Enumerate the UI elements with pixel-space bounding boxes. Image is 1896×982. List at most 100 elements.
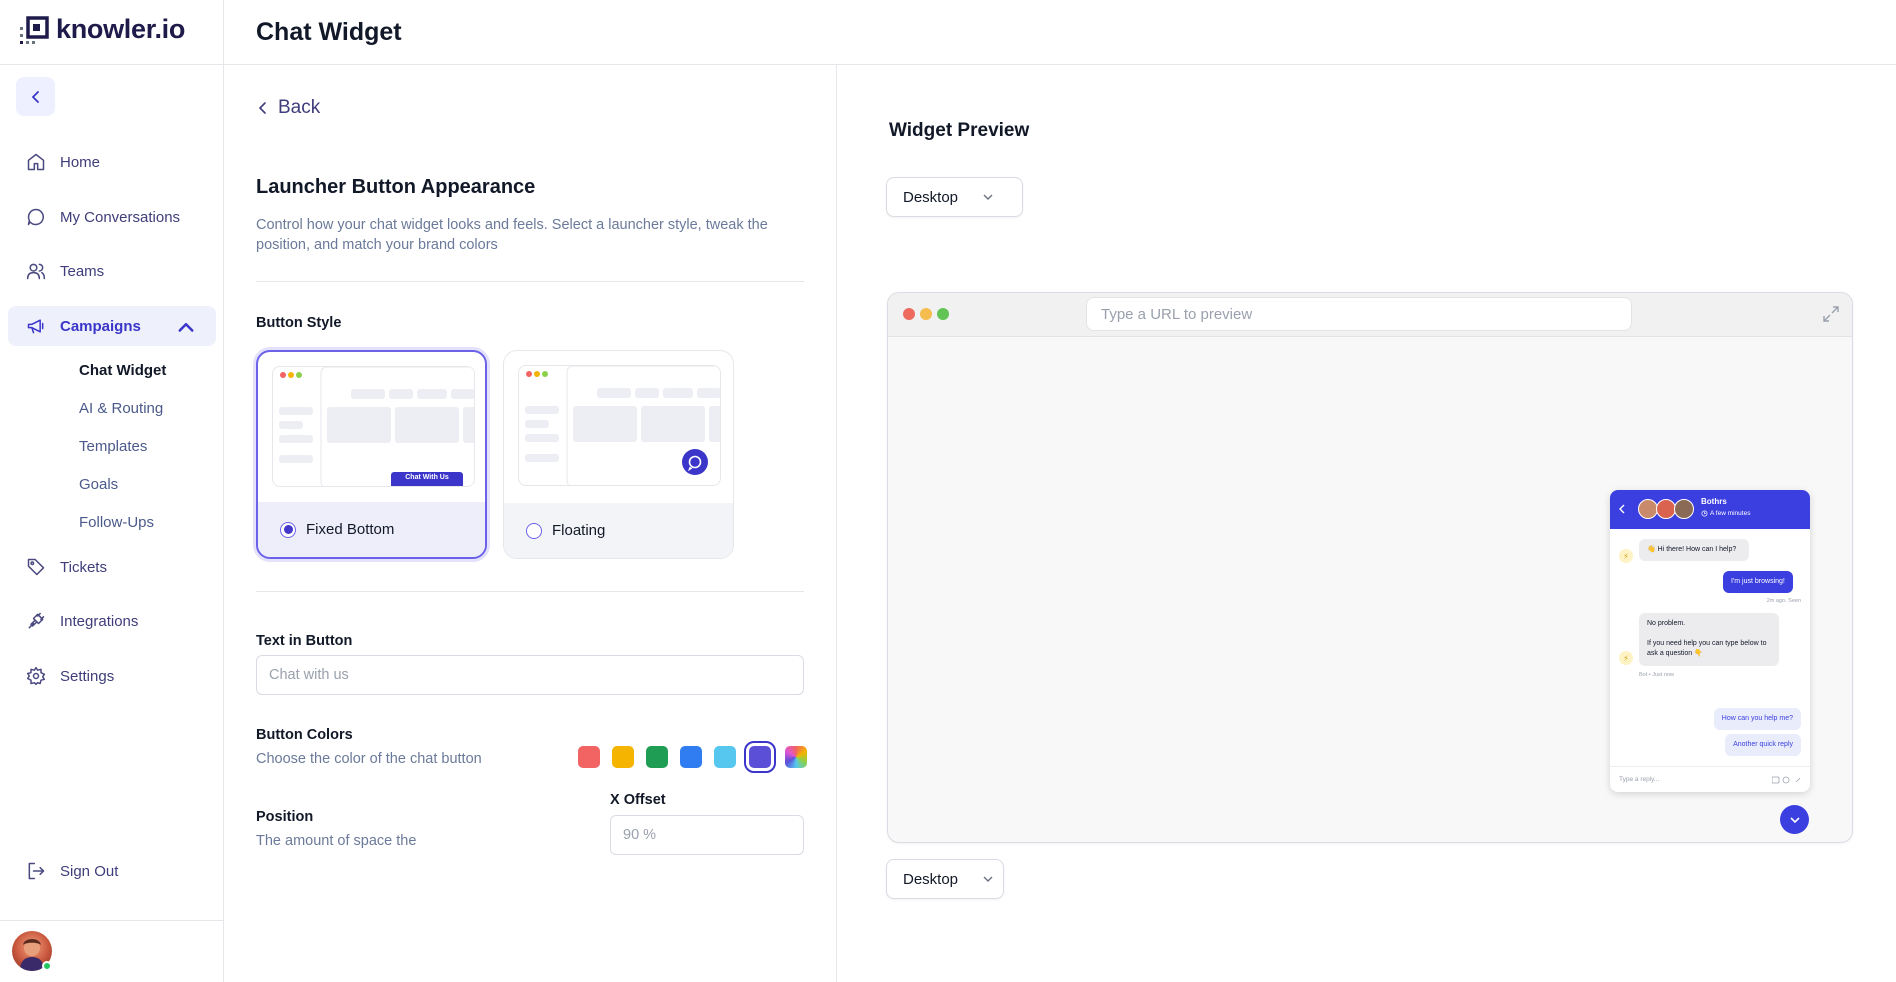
logo-text: knowler.io [56,14,186,44]
editor-panel: Back Launcher Button Appearance Control … [224,65,837,982]
window-minimize-dot [920,308,932,320]
x-offset-input[interactable]: 90 % [610,815,804,855]
agent-avatar [1656,499,1676,519]
collapse-sidebar-button[interactable] [16,77,55,116]
sidebar-subitem-goals[interactable]: Goals [79,476,118,493]
color-swatch-light-blue[interactable] [714,746,736,768]
button-colors-description: Choose the color of the chat button [256,751,482,767]
style-option-label: Fixed Bottom [306,521,395,538]
fixed-bottom-preview-illustration [279,367,474,486]
bot-message: 👋 Hi there! How can I help? [1639,539,1749,561]
sign-out-button[interactable]: Sign Out [8,851,216,891]
chevron-down-icon [983,194,993,200]
bot-icon: ⚡ [1619,651,1633,665]
color-swatch-custom[interactable] [785,746,807,768]
chevron-up-icon [178,323,194,332]
sidebar-subitem-chat-widget[interactable]: Chat Widget [79,362,166,379]
chevron-left-icon [258,102,266,114]
tag-icon [27,558,45,576]
divider [0,920,224,921]
divider [0,64,224,65]
sidebar: knowler.io Home My Conversations Teams C… [0,0,224,982]
browser-toolbar: Type a URL to preview [888,293,1852,337]
window-close-dot [903,308,915,320]
sign-out-label: Sign Out [60,862,119,880]
sidebar-item-label: Teams [60,262,105,280]
device-select-value: Desktop [903,870,959,888]
page-title: Chat Widget [256,18,402,46]
widget-agent-name: Bothrs [1701,497,1727,506]
sidebar-subitem-templates[interactable]: Templates [79,438,147,455]
sidebar-subitem-follow-ups[interactable]: Follow-Ups [79,514,154,531]
radio-unselected[interactable] [526,522,542,539]
expand-icon[interactable] [1822,305,1840,323]
agent-avatar [1638,499,1658,519]
online-status-indicator [42,961,52,971]
style-option-footer: Floating [504,503,733,558]
device-select-bottom[interactable]: Desktop [886,859,1004,899]
style-option-footer: Fixed Bottom [258,502,485,557]
widget-launcher-button[interactable] [1780,805,1809,834]
chat-bubble-icon [27,208,44,226]
quick-reply-button[interactable]: Another quick reply [1725,734,1801,756]
style-option-fixed-bottom[interactable]: Chat With Us Fixed Bottom [256,350,487,559]
back-label: Back [278,97,321,118]
sidebar-item-home[interactable]: Home [8,142,216,182]
button-text-input[interactable]: Chat with us [256,655,804,695]
color-swatch-purple[interactable] [744,741,776,773]
agent-avatar [1674,499,1694,519]
bot-message-line: No problem. [1647,620,1686,627]
x-offset-label: X Offset [610,792,666,808]
bot-icon: ⚡ [1619,549,1633,563]
chat-with-us-preview-button: Chat With Us [405,474,449,481]
attachment-icons[interactable] [1772,776,1802,784]
url-input[interactable]: Type a URL to preview [1086,297,1632,331]
sidebar-item-tickets[interactable]: Tickets [8,547,216,587]
sidebar-item-integrations[interactable]: Integrations [8,601,216,641]
section-description: Control how your chat widget looks and f… [256,217,768,253]
device-select-value: Desktop [903,188,959,206]
color-swatch-red[interactable] [578,746,600,768]
chevron-down-icon [983,876,993,882]
window-maximize-dot [937,308,949,320]
reply-placeholder: Type a reply... [1619,776,1660,783]
position-label: Position [256,809,314,825]
quick-reply-button[interactable]: How can you help me? [1713,708,1801,730]
browser-preview: Type a URL to preview Bothrs A few minut… [887,292,1853,843]
divider [256,281,804,282]
chevron-left-icon[interactable] [1618,504,1626,514]
color-swatch-yellow[interactable] [612,746,634,768]
plug-icon [28,612,45,629]
text-in-button-label: Text in Button [256,633,353,649]
users-icon [26,263,46,280]
section-title: Launcher Button Appearance [256,176,536,198]
radio-selected[interactable] [280,521,296,538]
sidebar-item-label: Integrations [60,612,139,630]
divider [256,591,804,592]
widget-reply-input[interactable]: Type a reply... [1610,766,1810,792]
top-bar: Chat Widget [224,0,1896,65]
style-option-floating[interactable]: Floating [503,350,734,559]
floating-preview-illustration [525,366,720,485]
logo[interactable]: knowler.io [20,14,185,45]
sidebar-item-campaigns[interactable]: Campaigns [8,306,216,346]
sidebar-item-label: Tickets [60,558,107,576]
bot-message-line: If you need help you can type below to a… [1647,640,1767,657]
sidebar-item-teams[interactable]: Teams [8,251,216,291]
device-select-top[interactable]: Desktop [886,177,1023,217]
clock-icon [1701,510,1708,517]
color-swatch-green[interactable] [646,746,668,768]
sidebar-subitem-ai-routing[interactable]: AI & Routing [79,400,163,417]
sidebar-item-label: My Conversations [60,208,181,226]
sidebar-item-label: Campaigns [60,317,141,335]
sidebar-item-my-conversations[interactable]: My Conversations [8,197,216,237]
gear-icon [26,666,46,686]
color-swatch-blue[interactable] [680,746,702,768]
widget-header: Bothrs A few minutes [1610,490,1810,529]
widget-status-text: A few minutes [1710,510,1751,517]
logo-icon [20,15,49,44]
sidebar-item-settings[interactable]: Settings [8,656,216,696]
style-option-label: Floating [552,522,606,539]
back-link[interactable]: Back [256,97,320,119]
chevron-down-icon [1789,816,1800,823]
